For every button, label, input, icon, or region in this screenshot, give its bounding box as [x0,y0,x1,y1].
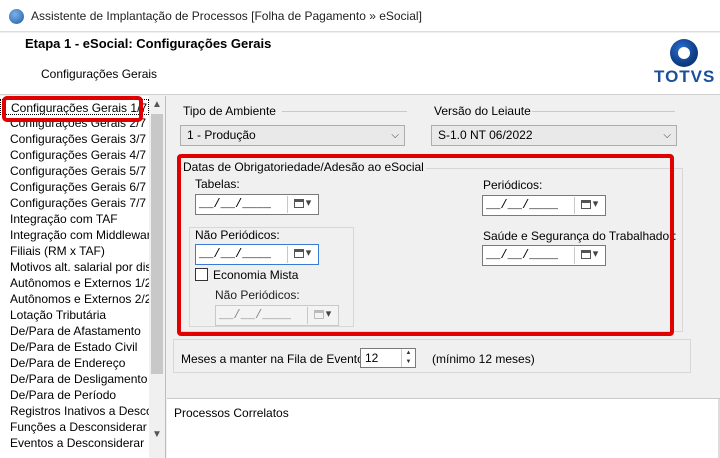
list-scrollbar[interactable]: ▲ ▼ [149,96,165,458]
sst-date-value: __/__/____ [486,248,559,262]
step-title: Etapa 1 - eSocial: Configurações Gerais [25,36,272,51]
wizard-header: Etapa 1 - eSocial: Configurações Gerais … [0,33,720,95]
periodicos-date-value: __/__/____ [486,198,559,212]
economia-mista-label: Economia Mista [213,268,299,282]
list-item[interactable]: Configurações Gerais 7/7 [0,195,149,211]
leiaute-select[interactable]: S-1.0 NT 06/2022 ⌵ [431,125,677,146]
scroll-thumb[interactable] [151,114,163,374]
list-item[interactable]: Configurações Gerais 5/7 [0,163,149,179]
list-item[interactable]: Autônomos e Externos 1/2 [0,275,149,291]
chevron-down-icon: ⌵ [391,130,399,141]
tabelas-label: Tabelas: [195,177,240,191]
sst-date-field[interactable]: __/__/____ ▾ [482,245,606,266]
em-nao-periodicos-date-field: __/__/____ ▾ [215,305,339,326]
list-item[interactable]: Motivos alt. salarial por dissíd [0,259,149,275]
list-item[interactable]: Configurações Gerais 4/7 [0,147,149,163]
leiaute-value: S-1.0 NT 06/2022 [438,128,533,142]
list-item[interactable]: Configurações Gerais 6/7 [0,179,149,195]
nao-periodicos-date-field[interactable]: __/__/____ ▾ [195,244,319,265]
list-item[interactable]: De/Para de Período [0,387,149,403]
window-title: Assistente de Implantação de Processos [… [31,9,422,23]
calendar-icon [293,248,304,258]
tabelas-date-value: __/__/____ [199,197,272,211]
ambiente-select[interactable]: 1 - Produção ⌵ [180,125,405,146]
calendar-icon [580,249,591,259]
sst-label: Saúde e Segurança do Trabalhador: [483,229,677,243]
totvs-logo-text: TOTVS [654,67,716,86]
list-item[interactable]: Integração com Middleware [0,227,149,243]
title-bar: Assistente de Implantação de Processos [… [0,0,720,32]
processos-correlatos-panel: Processos Correlatos [167,398,720,458]
list-item[interactable]: De/Para de Estado Civil [0,339,149,355]
list-item[interactable]: Integração com TAF [0,211,149,227]
list-item[interactable]: Autônomos e Externos 2/2 [0,291,149,307]
totvs-logo-icon [670,39,698,67]
list-item[interactable]: Configurações Gerais 1/7 [0,99,149,115]
totvs-logo: TOTVS [654,37,714,93]
app-icon [9,9,24,24]
stepper-buttons[interactable]: ▲ ▼ [401,349,415,367]
em-nao-periodicos-label: Não Periódicos: [215,288,300,302]
ambiente-label: Tipo de Ambiente [183,104,276,118]
nao-periodicos-date-value: __/__/____ [199,247,272,261]
processos-correlatos-label: Processos Correlatos [174,406,289,420]
periodicos-date-field[interactable]: __/__/____ ▾ [482,195,606,216]
list-item[interactable]: De/Para de Endereço [0,355,149,371]
calendar-icon [293,198,304,208]
group-divider [532,111,675,112]
datas-label: Datas de Obrigatoriedade/Adesão ao eSoci… [183,160,426,174]
calendar-dropdown-button[interactable]: ▾ [574,247,604,264]
em-nao-periodicos-date-value: __/__/____ [219,308,292,322]
list-item[interactable]: Lotação Tributária [0,307,149,323]
calendar-icon [313,309,324,319]
list-item[interactable]: De/Para de Afastamento [0,323,149,339]
ambiente-value: 1 - Produção [187,128,256,142]
meses-hint: (mínimo 12 meses) [432,352,535,366]
configuration-panel: Tipo de Ambiente 1 - Produção ⌵ Versão d… [167,96,720,398]
calendar-dropdown-button[interactable]: ▾ [574,197,604,214]
meses-stepper[interactable]: 12 ▲ ▼ [360,348,416,368]
meses-label: Meses a manter na Fila de Eventos: [181,352,374,366]
group-divider [282,111,407,112]
list-item[interactable]: De/Para de Desligamento [0,371,149,387]
calendar-icon [580,199,591,209]
step-subtitle: Configurações Gerais [41,67,158,81]
list-item[interactable]: Registros Inativos a Desconsid [0,403,149,419]
periodicos-label: Periódicos: [483,178,543,192]
list-item[interactable]: Funções a Desconsiderar [0,419,149,435]
list-item[interactable]: Configurações Gerais 2/7 [0,115,149,131]
list-item[interactable]: Configurações Gerais 3/7 [0,131,149,147]
economia-mista-checkbox[interactable] [195,268,208,281]
nao-periodicos-label: Não Periódicos: [195,228,280,242]
scroll-down-icon[interactable]: ▼ [149,426,165,443]
calendar-dropdown-button: ▾ [307,307,337,324]
calendar-dropdown-button[interactable]: ▾ [287,246,317,263]
calendar-dropdown-button[interactable]: ▾ [287,196,317,213]
scroll-up-icon[interactable]: ▲ [149,96,165,113]
list-item[interactable]: Filiais (RM x TAF) [0,243,149,259]
tabelas-date-field[interactable]: __/__/____ ▾ [195,194,319,215]
leiaute-label: Versão do Leiaute [434,104,531,118]
meses-value: 12 [365,351,379,365]
chevron-down-icon: ⌵ [663,130,671,141]
steps-list[interactable]: Configurações Gerais 1/7 Configurações G… [0,96,166,458]
list-item[interactable]: Eventos a Desconsiderar [0,435,149,451]
